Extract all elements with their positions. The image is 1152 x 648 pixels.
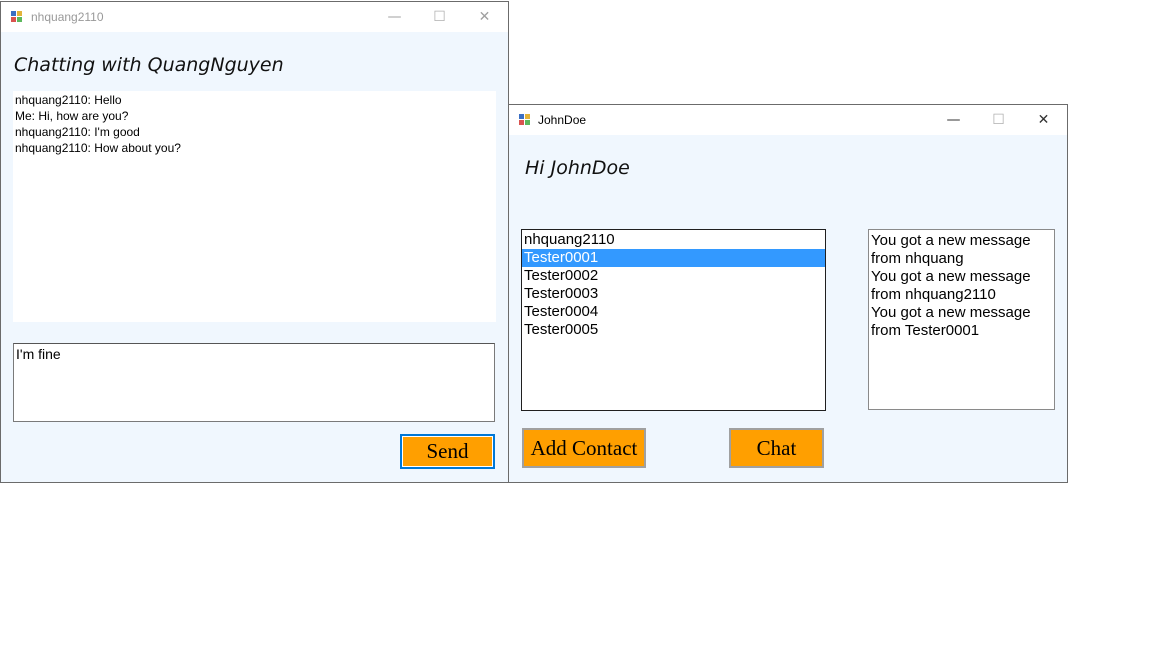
add-contact-button[interactable]: Add Contact bbox=[522, 428, 646, 468]
notification-line: from Tester0001 bbox=[871, 322, 980, 339]
notifications-box[interactable]: You got a new message from nhquang You g… bbox=[868, 229, 1055, 410]
chat-message: nhquang2110: How about you? bbox=[15, 141, 181, 155]
chat-log[interactable]: nhquang2110: Hello Me: Hi, how are you? … bbox=[13, 91, 496, 322]
minimize-button[interactable]: — bbox=[931, 105, 976, 135]
chat-window: nhquang2110 — ☐ ✕ Chatting with QuangNgu… bbox=[0, 1, 509, 483]
notification-line: from nhquang2110 bbox=[871, 286, 996, 303]
chat-window-titlebar[interactable]: nhquang2110 — ☐ ✕ bbox=[1, 2, 508, 32]
contact-item[interactable]: Tester0004 bbox=[522, 303, 825, 321]
notification-line: You got a new message bbox=[871, 268, 1031, 285]
main-window: JohnDoe — ☐ ✕ Hi JohnDoe nhquang2110 Tes… bbox=[508, 104, 1068, 483]
contact-item[interactable]: nhquang2110 bbox=[522, 231, 825, 249]
chat-message: Me: Hi, how are you? bbox=[15, 109, 129, 123]
chat-message: nhquang2110: Hello bbox=[15, 93, 122, 107]
contact-item[interactable]: Tester0003 bbox=[522, 285, 825, 303]
close-button[interactable]: ✕ bbox=[1021, 105, 1066, 135]
main-window-title: JohnDoe bbox=[538, 113, 587, 127]
close-button[interactable]: ✕ bbox=[462, 2, 507, 32]
maximize-button[interactable]: ☐ bbox=[417, 2, 462, 32]
notification-line: from nhquang bbox=[871, 250, 964, 267]
app-icon bbox=[519, 114, 532, 126]
notification-line: You got a new message bbox=[871, 232, 1031, 249]
chat-heading: Chatting with QuangNguyen bbox=[14, 54, 284, 76]
maximize-button[interactable]: ☐ bbox=[976, 105, 1021, 135]
contact-item[interactable]: Tester0002 bbox=[522, 267, 825, 285]
send-button[interactable]: Send bbox=[400, 434, 495, 469]
notification-line: You got a new message bbox=[871, 304, 1031, 321]
message-input[interactable]: I'm fine bbox=[13, 343, 495, 422]
contact-item[interactable]: Tester0005 bbox=[522, 321, 825, 339]
greeting-heading: Hi JohnDoe bbox=[525, 157, 630, 179]
main-window-titlebar[interactable]: JohnDoe — ☐ ✕ bbox=[509, 105, 1067, 135]
contact-item-selected[interactable]: Tester0001 bbox=[522, 249, 825, 267]
minimize-button[interactable]: — bbox=[372, 2, 417, 32]
app-icon bbox=[11, 11, 24, 23]
chat-message: nhquang2110: I'm good bbox=[15, 125, 140, 139]
chat-button[interactable]: Chat bbox=[729, 428, 824, 468]
contacts-list[interactable]: nhquang2110 Tester0001 Tester0002 Tester… bbox=[521, 229, 826, 411]
chat-window-title: nhquang2110 bbox=[31, 10, 104, 24]
